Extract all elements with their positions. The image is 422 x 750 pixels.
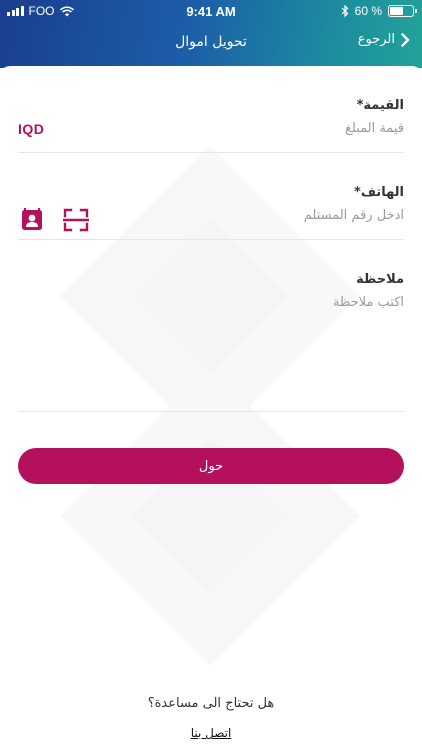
transfer-button[interactable]: حول (18, 448, 404, 484)
app-header: FOO 9:41 AM 60 % تحويل اموال الرجوع (0, 0, 422, 68)
form-card: القيمة* IQD الهاتف* (0, 66, 422, 750)
battery-icon (388, 5, 417, 17)
phone-label: الهاتف* (354, 185, 404, 200)
phone-input[interactable] (154, 208, 404, 223)
bluetooth-icon (341, 5, 348, 17)
back-label: الرجوع (357, 32, 395, 47)
help-text: هل تحتاج الى مساعدة؟ (147, 696, 275, 711)
note-label: ملاحظة (356, 272, 404, 287)
back-button[interactable]: الرجوع (358, 32, 410, 47)
contact-us-link[interactable]: اتصل بنا (0, 726, 422, 740)
amount-field: القيمة* IQD (18, 98, 404, 153)
scan-button[interactable] (62, 206, 90, 234)
phone-row (18, 200, 404, 240)
note-row (18, 287, 404, 412)
battery-percent: 60 % (354, 4, 382, 18)
phone-actions (18, 206, 90, 234)
battery-fill (390, 7, 404, 15)
currency-label: IQD (18, 121, 45, 137)
note-input[interactable] (18, 295, 404, 395)
amount-input[interactable] (154, 121, 404, 136)
contacts-button[interactable] (18, 206, 46, 234)
amount-label: القيمة* (356, 98, 404, 113)
contacts-icon (22, 208, 42, 230)
status-bar: FOO 9:41 AM 60 % (0, 0, 422, 22)
chevron-right-icon (401, 32, 410, 47)
amount-row: IQD (18, 113, 404, 153)
scan-icon (63, 208, 89, 232)
phone-field: الهاتف* (18, 185, 404, 240)
note-field: ملاحظة (18, 272, 404, 412)
status-right: 60 % (341, 4, 417, 18)
